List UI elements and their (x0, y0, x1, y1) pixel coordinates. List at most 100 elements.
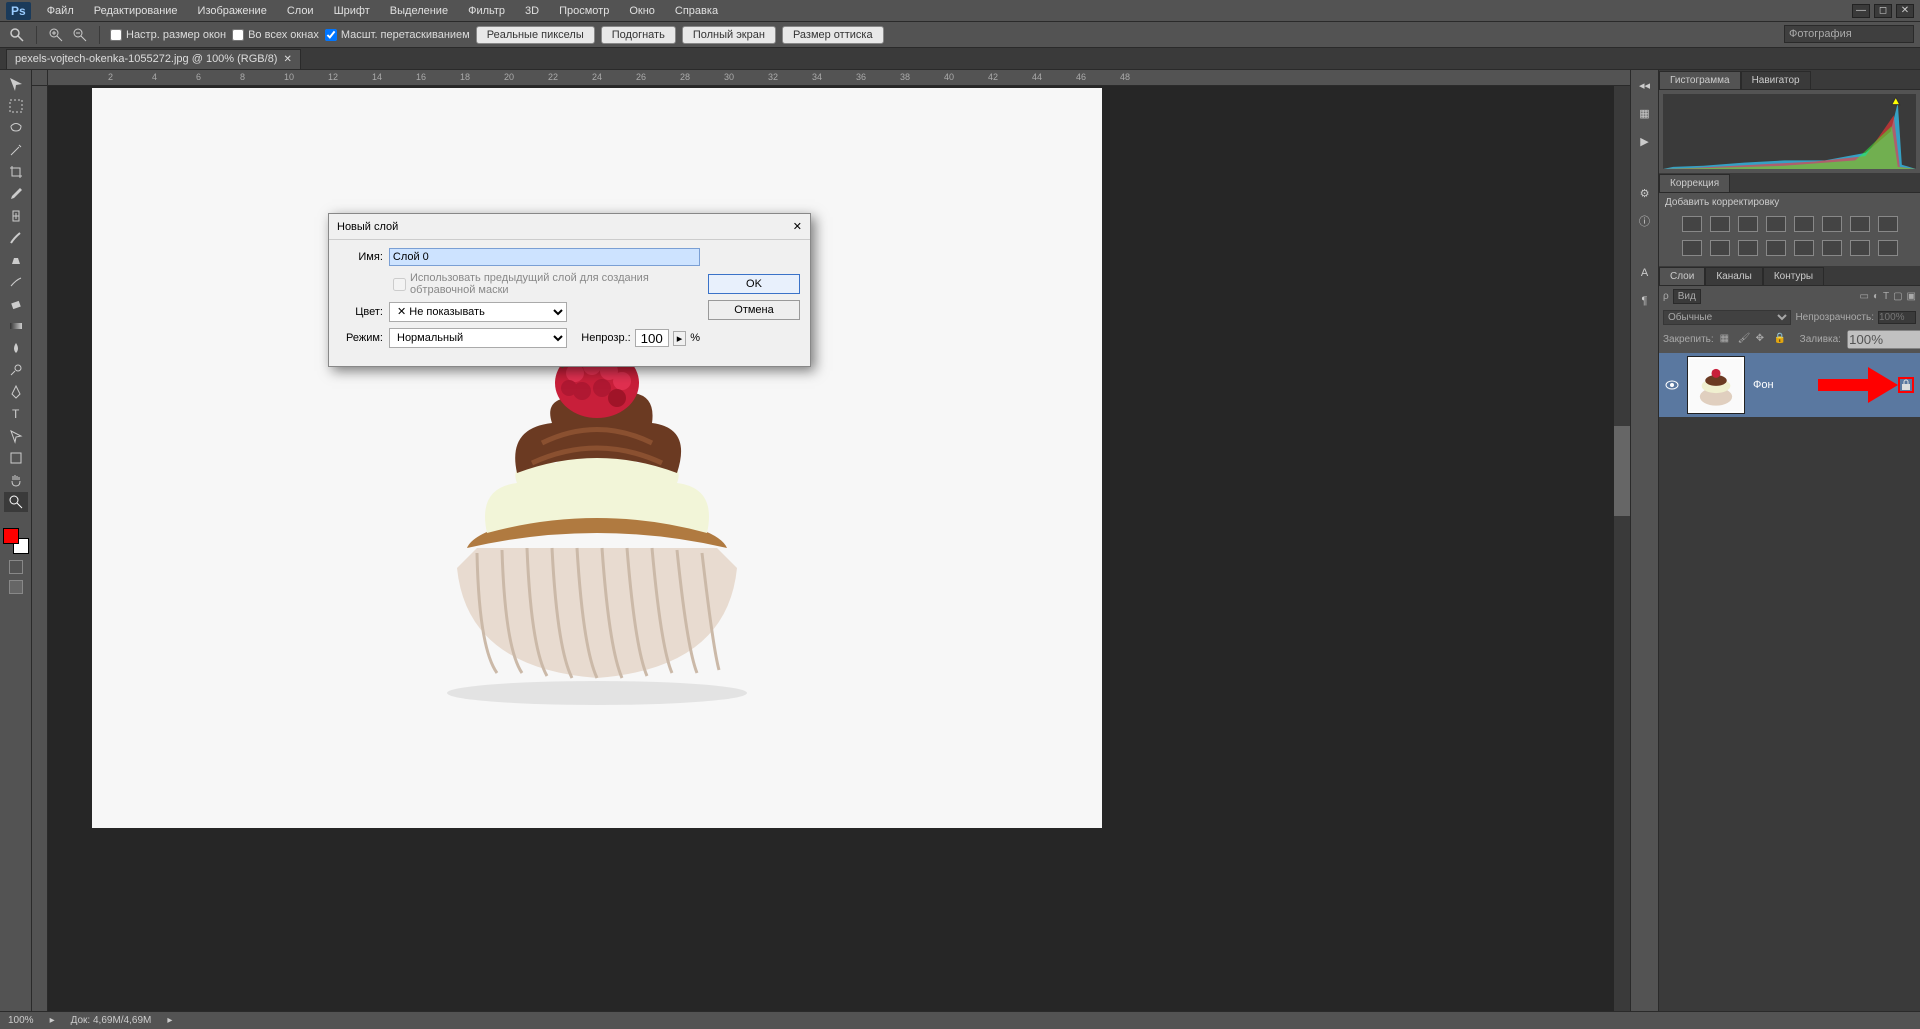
crop-tool[interactable] (4, 162, 28, 182)
scrubby-zoom-checkbox[interactable]: Масшт. перетаскиванием (325, 29, 470, 41)
menu-window[interactable]: Окно (619, 2, 665, 20)
color-swatches[interactable] (3, 528, 29, 554)
gradient-tool[interactable] (4, 316, 28, 336)
hand-tool[interactable] (4, 470, 28, 490)
vertical-scrollbar[interactable] (1614, 86, 1630, 1011)
zoom-tool[interactable] (4, 492, 28, 512)
invert-icon[interactable] (1766, 240, 1786, 256)
dialog-close-button[interactable]: ✕ (793, 220, 802, 233)
lock-position-icon[interactable]: ✥ (1756, 333, 1770, 347)
exposure-icon[interactable] (1766, 216, 1786, 232)
photo-filter-icon[interactable] (1682, 240, 1702, 256)
resize-windows-checkbox[interactable]: Настр. размер окон (110, 29, 226, 41)
lasso-tool[interactable] (4, 118, 28, 138)
search-input[interactable]: Фотография (1784, 25, 1914, 43)
chevron-right-icon[interactable]: ▸ (167, 1015, 172, 1026)
menu-edit[interactable]: Редактирование (84, 2, 188, 20)
properties-panel-icon[interactable]: ⚙ (1636, 184, 1654, 202)
menu-filter[interactable]: Фильтр (458, 2, 515, 20)
screen-mode-toggle[interactable] (9, 580, 23, 594)
menu-type[interactable]: Шрифт (324, 2, 380, 20)
clone-stamp-tool[interactable] (4, 250, 28, 270)
path-selection-tool[interactable] (4, 426, 28, 446)
zoom-out-icon[interactable] (71, 26, 89, 44)
menu-help[interactable]: Справка (665, 2, 728, 20)
blend-mode-select[interactable]: Нормальный (389, 328, 567, 348)
menu-select[interactable]: Выделение (380, 2, 458, 20)
opacity-flyout-button[interactable]: ▸ (673, 331, 687, 346)
brush-tool[interactable] (4, 228, 28, 248)
info-panel-icon[interactable]: ⓘ (1636, 212, 1654, 230)
tab-layers[interactable]: Слои (1659, 267, 1705, 285)
eraser-tool[interactable] (4, 294, 28, 314)
brightness-contrast-icon[interactable] (1682, 216, 1702, 232)
history-panel-icon[interactable]: ▦ (1636, 104, 1654, 122)
posterize-icon[interactable] (1794, 240, 1814, 256)
character-panel-icon[interactable]: A (1636, 264, 1654, 282)
gradient-map-icon[interactable] (1850, 240, 1870, 256)
zoom-level[interactable]: 100% (8, 1015, 34, 1026)
layer-visibility-icon[interactable] (1665, 378, 1679, 392)
lock-image-icon[interactable]: 🖌 (1738, 333, 1752, 347)
color-lookup-icon[interactable] (1738, 240, 1758, 256)
levels-icon[interactable] (1710, 216, 1730, 232)
cancel-button[interactable]: Отмена (708, 300, 800, 320)
menu-file[interactable]: Файл (37, 2, 84, 20)
filter-type-icon[interactable]: T (1883, 291, 1889, 302)
hue-saturation-icon[interactable] (1822, 216, 1842, 232)
tab-navigator[interactable]: Навигатор (1741, 71, 1811, 89)
curves-icon[interactable] (1738, 216, 1758, 232)
document-canvas[interactable] (92, 88, 1102, 828)
layer-thumbnail[interactable] (1687, 356, 1745, 414)
zoom-in-icon[interactable] (47, 26, 65, 44)
layer-row-background[interactable]: Фон (1659, 353, 1920, 417)
marquee-tool[interactable] (4, 96, 28, 116)
quick-mask-toggle[interactable] (9, 560, 23, 574)
selective-color-icon[interactable] (1878, 240, 1898, 256)
tab-channels[interactable]: Каналы (1705, 267, 1763, 285)
lock-all-icon[interactable]: 🔒 (1774, 333, 1788, 347)
window-minimize-button[interactable]: — (1852, 4, 1870, 18)
full-screen-button[interactable]: Полный экран (682, 26, 776, 44)
filter-adjust-icon[interactable]: ◐ (1873, 291, 1879, 302)
filter-shape-icon[interactable]: ▢ (1893, 291, 1902, 302)
magic-wand-tool[interactable] (4, 140, 28, 160)
pen-tool[interactable] (4, 382, 28, 402)
fit-screen-button[interactable]: Подогнать (601, 26, 676, 44)
filter-smart-icon[interactable]: ▣ (1907, 291, 1916, 302)
tab-adjustments[interactable]: Коррекция (1659, 174, 1730, 192)
opacity-input[interactable] (635, 329, 669, 347)
layer-filter-kind[interactable]: Вид (1673, 289, 1701, 304)
type-tool[interactable]: T (4, 404, 28, 424)
dodge-tool[interactable] (4, 360, 28, 380)
threshold-icon[interactable] (1822, 240, 1842, 256)
black-white-icon[interactable] (1878, 216, 1898, 232)
shape-tool[interactable] (4, 448, 28, 468)
menu-image[interactable]: Изображение (188, 2, 277, 20)
chevron-right-icon[interactable]: ▸ (50, 1015, 55, 1026)
channel-mixer-icon[interactable] (1710, 240, 1730, 256)
filter-pixel-icon[interactable]: ▭ (1859, 291, 1868, 302)
history-brush-tool[interactable] (4, 272, 28, 292)
zoom-all-windows-checkbox[interactable]: Во всех окнах (232, 29, 319, 41)
print-size-button[interactable]: Размер оттиска (782, 26, 884, 44)
menu-view[interactable]: Просмотр (549, 2, 619, 20)
color-balance-icon[interactable] (1850, 216, 1870, 232)
menu-layers[interactable]: Слои (277, 2, 324, 20)
layer-color-select[interactable]: ✕ Не показывать (389, 302, 567, 322)
healing-brush-tool[interactable] (4, 206, 28, 226)
move-tool[interactable] (4, 74, 28, 94)
document-tab[interactable]: pexels-vojtech-okenka-1055272.jpg @ 100%… (6, 49, 301, 69)
eyedropper-tool[interactable] (4, 184, 28, 204)
close-icon[interactable]: ✕ (283, 54, 291, 65)
tab-paths[interactable]: Контуры (1763, 267, 1824, 285)
blur-tool[interactable] (4, 338, 28, 358)
window-maximize-button[interactable]: ◻ (1874, 4, 1892, 18)
actions-panel-icon[interactable]: ▶ (1636, 132, 1654, 150)
ok-button[interactable]: OK (708, 274, 800, 294)
vibrance-icon[interactable] (1794, 216, 1814, 232)
foreground-color-swatch[interactable] (3, 528, 19, 544)
window-close-button[interactable]: ✕ (1896, 4, 1914, 18)
layer-lock-icon[interactable] (1898, 377, 1914, 393)
actual-pixels-button[interactable]: Реальные пикселы (476, 26, 595, 44)
